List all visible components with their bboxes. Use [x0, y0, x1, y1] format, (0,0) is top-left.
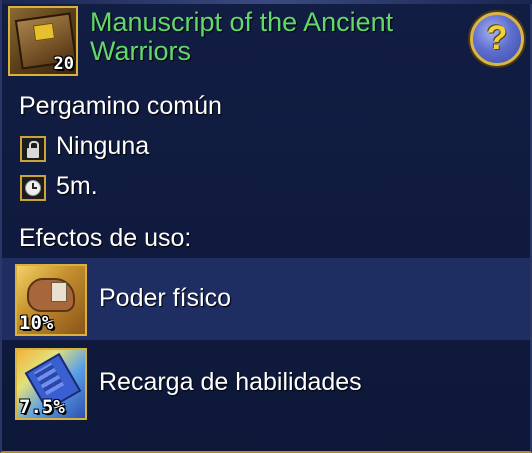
- help-button[interactable]: ?: [470, 12, 524, 66]
- item-type: Pergamino común: [19, 92, 222, 120]
- skill-cooldown-icon: 7.5%: [15, 348, 87, 420]
- effect-row-skill-cooldown[interactable]: 7.5% Recarga de habilidades: [2, 342, 530, 424]
- effect-label: Poder físico: [99, 284, 232, 312]
- binding-value: Ninguna: [56, 132, 150, 160]
- lock-icon: [20, 136, 46, 162]
- question-mark-icon: ?: [486, 19, 508, 57]
- ancient-book-icon[interactable]: 20: [8, 6, 78, 76]
- effect-row-physical-power[interactable]: 10% Poder físico: [2, 258, 530, 340]
- tooltip-top-border: [2, 0, 532, 4]
- item-title: Manuscript of the Ancient Warriors: [90, 7, 394, 66]
- effect-percent: 7.5%: [19, 396, 65, 418]
- effect-label: Recarga de habilidades: [99, 368, 362, 396]
- item-tooltip: 20 Manuscript of the Ancient Warriors ? …: [0, 0, 532, 453]
- effect-percent: 10%: [19, 312, 54, 334]
- duration-value: 5m.: [56, 172, 98, 200]
- flexed-arm-icon: 10%: [15, 264, 87, 336]
- clock-icon: [20, 175, 46, 201]
- stack-count: 20: [53, 54, 74, 74]
- effects-heading: Efectos de uso:: [19, 224, 192, 252]
- book-emblem: [32, 22, 56, 42]
